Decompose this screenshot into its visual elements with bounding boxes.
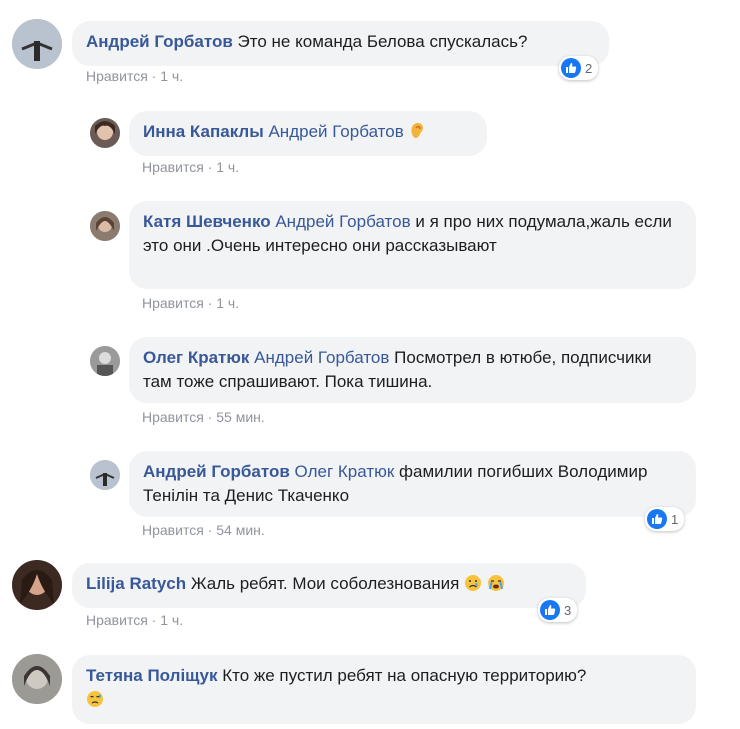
avatar[interactable] <box>90 460 120 490</box>
mention-link[interactable]: Олег Кратюк <box>295 462 395 481</box>
comment-meta: Нравится · 1 ч. <box>142 159 239 175</box>
comment-author[interactable]: Андрей Горбатов <box>86 32 233 51</box>
separator: · <box>207 409 213 425</box>
like-link[interactable]: Нравится <box>86 612 148 628</box>
like-icon <box>540 600 560 620</box>
comment-text: Это не команда Белова спускалась? <box>237 32 528 51</box>
like-link[interactable]: Нравится <box>142 159 204 175</box>
comment-meta: Нравится · 54 мин. <box>142 522 265 538</box>
timestamp[interactable]: 1 ч. <box>160 68 183 84</box>
comment-meta: Нравится · 1 ч. <box>86 68 183 84</box>
avatar-image <box>12 560 62 610</box>
like-link[interactable]: Нравится <box>142 295 204 311</box>
comment-meta: Нравится · 1 ч. <box>86 612 183 628</box>
comment-bubble: Катя Шевченко Андрей Горбатов и я про ни… <box>129 201 696 289</box>
reaction-number: 2 <box>585 60 593 76</box>
separator: · <box>151 68 157 84</box>
comment-bubble: Инна Капаклы Андрей Горбатов <box>129 111 487 156</box>
separator: · <box>207 159 213 175</box>
avatar-image <box>12 19 62 69</box>
avatar[interactable] <box>12 654 62 704</box>
ear-emoji <box>408 120 426 147</box>
comment-meta: Нравится · 1 ч. <box>142 295 239 311</box>
avatar-image <box>90 346 120 376</box>
comment-text: Кто же пустил ребят на опасную территори… <box>222 666 587 685</box>
avatar[interactable] <box>90 346 120 376</box>
avatar-image <box>90 211 120 241</box>
avatar[interactable] <box>90 118 120 148</box>
like-icon <box>647 509 667 529</box>
separator: · <box>207 522 213 538</box>
comment-author[interactable]: Олег Кратюк <box>143 348 249 367</box>
comment-author[interactable]: Андрей Горбатов <box>143 462 290 481</box>
crying-emoji <box>487 574 505 599</box>
like-link[interactable]: Нравится <box>142 522 204 538</box>
separator: · <box>151 612 157 628</box>
reaction-number: 1 <box>671 511 679 527</box>
comment-author[interactable]: Lilija Ratych <box>86 574 186 593</box>
comment-bubble: Lilija Ratych Жаль ребят. Мои соболезнов… <box>72 563 586 608</box>
like-link[interactable]: Нравится <box>86 68 148 84</box>
comment-bubble: Олег Кратюк Андрей Горбатов Посмотрел в … <box>129 337 696 403</box>
timestamp[interactable]: 1 ч. <box>216 159 239 175</box>
timestamp[interactable]: 54 мин. <box>216 522 265 538</box>
comment-bubble: Андрей Горбатов Олег Кратюк фамилии поги… <box>129 451 696 517</box>
mention-link[interactable]: Андрей Горбатов <box>275 212 410 231</box>
avatar-image <box>90 118 120 148</box>
comment-author[interactable]: Тетяна Поліщук <box>86 666 217 685</box>
timestamp[interactable]: 1 ч. <box>216 295 239 311</box>
like-link[interactable]: Нравится <box>142 409 204 425</box>
timestamp[interactable]: 55 мин. <box>216 409 265 425</box>
comment-bubble: Андрей Горбатов Это не команда Белова сп… <box>72 21 609 66</box>
reaction-count[interactable]: 2 <box>559 56 599 80</box>
sad-emoji <box>86 690 104 715</box>
reaction-number: 3 <box>564 602 572 618</box>
reaction-count[interactable]: 1 <box>645 507 685 531</box>
avatar[interactable] <box>90 211 120 241</box>
avatar-image <box>90 460 120 490</box>
mention-link[interactable]: Андрей Горбатов <box>254 348 389 367</box>
avatar[interactable] <box>12 560 62 610</box>
reaction-count[interactable]: 3 <box>538 598 578 622</box>
separator: · <box>207 295 213 311</box>
comment-text: Жаль ребят. Мои соболезнования <box>190 574 460 593</box>
comment-author[interactable]: Катя Шевченко <box>143 212 271 231</box>
avatar[interactable] <box>12 19 62 69</box>
comment-meta: Нравится · 55 мин. <box>142 409 265 425</box>
mention-link[interactable]: Андрей Горбатов <box>268 122 403 141</box>
comment-author[interactable]: Инна Капаклы <box>143 122 264 141</box>
sad-emoji <box>464 574 482 599</box>
avatar-image <box>12 654 62 704</box>
like-icon <box>561 58 581 78</box>
timestamp[interactable]: 1 ч. <box>160 612 183 628</box>
comment-bubble: Тетяна Поліщук Кто же пустил ребят на оп… <box>72 655 696 724</box>
